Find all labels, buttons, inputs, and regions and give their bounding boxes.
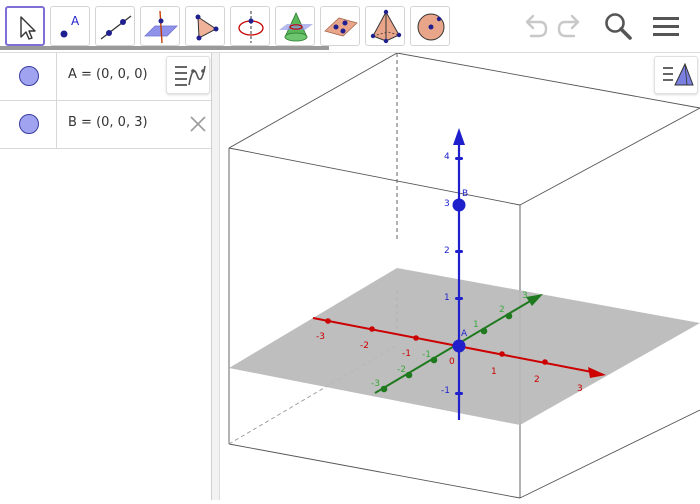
bounding-box <box>228 52 700 499</box>
pyramid-tool-button[interactable] <box>365 6 405 46</box>
perpendicular-line-tool-button[interactable] <box>140 6 180 46</box>
x-tick-label: 3 <box>577 384 583 394</box>
point-b-label: B <box>462 189 468 199</box>
z-tick-label: -1 <box>441 386 450 396</box>
visibility-marker-a[interactable] <box>19 66 39 86</box>
z-tick-label: 2 <box>444 246 450 256</box>
point-tool-button[interactable]: A <box>50 6 90 46</box>
graphics-3d-canvas[interactable]: -3 -2 -1 0 1 2 3 -3 -2 -1 1 2 3 4 2 1 -1… <box>220 52 700 500</box>
z-axis-arrow-icon <box>453 128 465 145</box>
intersect-surfaces-tool-button[interactable] <box>275 6 315 46</box>
style-bar-3d-icon <box>663 62 694 86</box>
y-tick-label: 3 <box>522 291 528 301</box>
y-tick-label: 2 <box>499 305 505 315</box>
style-bar-graph-icon <box>175 65 206 86</box>
toolbar-scroll-indicator <box>0 46 329 50</box>
line-tool-button[interactable] <box>95 6 135 46</box>
point-a[interactable] <box>452 339 466 353</box>
undo-icon[interactable] <box>518 8 552 44</box>
sphere-center-point-icon <box>417 13 445 41</box>
close-icon[interactable] <box>186 112 210 136</box>
polygon-icon <box>195 14 219 41</box>
move-tool-button[interactable] <box>5 6 45 46</box>
circle-axis-tool-button[interactable] <box>230 6 270 46</box>
toolbar: A <box>0 0 700 53</box>
circle-around-axis-icon <box>238 11 264 43</box>
visibility-toggle-cell[interactable] <box>0 53 57 100</box>
y-tick-label: -2 <box>397 365 406 375</box>
graphics-3d-style-bar-button[interactable] <box>654 56 698 94</box>
x-tick-label: 1 <box>491 367 497 377</box>
visibility-toggle-cell[interactable] <box>0 101 57 148</box>
cursor-arrow-icon <box>20 16 36 40</box>
z-tick-label: 1 <box>444 293 450 303</box>
y-tick-label: -3 <box>371 379 380 389</box>
algebra-view: A = (0, 0, 0) B = (0, 0, 3) <box>0 53 212 500</box>
point-a-label: A <box>461 329 468 339</box>
pyramid-icon <box>370 9 402 44</box>
algebra-definition-a[interactable]: A = (0, 0, 0) <box>68 67 148 82</box>
algebra-style-bar-button[interactable] <box>166 56 210 94</box>
sphere-tool-button[interactable] <box>410 6 450 46</box>
x-tick-label: -1 <box>402 349 411 359</box>
intersect-cone-plane-icon <box>279 12 313 42</box>
point-tool-label: A <box>71 14 80 28</box>
z-tick-label: 3 <box>444 199 450 209</box>
x-tick-label: -2 <box>360 341 369 351</box>
plane-through-points-tool-button[interactable] <box>320 6 360 46</box>
algebra-definition-b[interactable]: B = (0, 0, 3) <box>68 115 148 130</box>
y-tick-label: -1 <box>422 350 431 360</box>
z-tick-label: 4 <box>444 152 450 162</box>
graphics-3d-view[interactable]: -3 -2 -1 0 1 2 3 -3 -2 -1 1 2 3 4 2 1 -1… <box>220 52 700 500</box>
x-tick-label: 2 <box>534 375 540 385</box>
point-b[interactable] <box>452 198 466 212</box>
menu-icon[interactable] <box>649 8 683 44</box>
perpendicular-line-icon <box>144 10 178 44</box>
plane-three-points-icon <box>324 17 358 37</box>
line-through-points-icon <box>100 15 132 40</box>
search-icon[interactable] <box>601 8 635 44</box>
redo-icon[interactable] <box>553 8 587 44</box>
visibility-marker-b[interactable] <box>19 114 39 134</box>
x-tick-label: 0 <box>449 357 455 367</box>
polygon-tool-button[interactable] <box>185 6 225 46</box>
x-tick-label: -3 <box>316 332 325 342</box>
y-tick-label: 1 <box>473 320 479 330</box>
point-icon: A <box>60 14 80 38</box>
algebra-item-b[interactable]: B = (0, 0, 3) <box>0 101 211 149</box>
